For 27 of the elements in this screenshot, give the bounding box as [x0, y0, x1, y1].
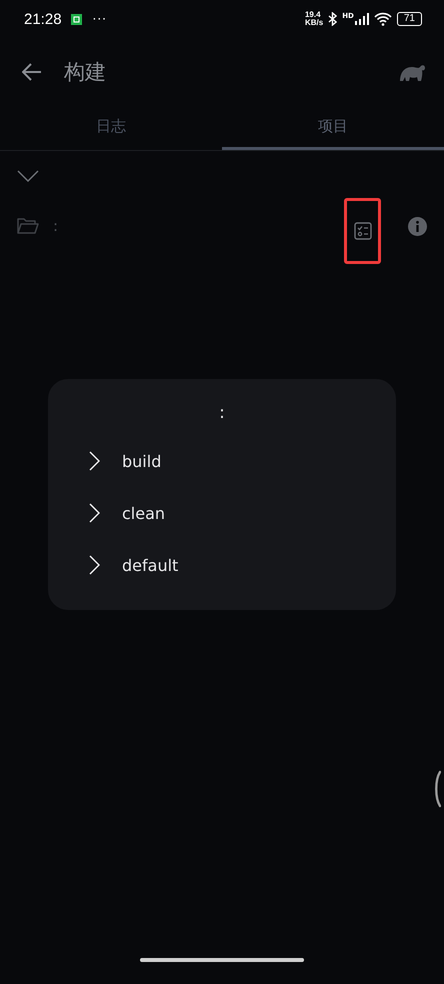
- network-speed: 19.4 KB/s: [304, 11, 324, 27]
- dialog-title: :: [218, 403, 226, 425]
- chevron-right-icon: [89, 503, 100, 523]
- signal-icon: [354, 13, 369, 25]
- task-label: build: [122, 452, 162, 470]
- task-label: default: [122, 556, 178, 574]
- status-time: 21:28: [24, 10, 62, 28]
- project-name: :: [53, 217, 58, 235]
- more-notifications: ···: [92, 12, 107, 26]
- checklist-icon: [354, 222, 372, 240]
- folder-icon: [17, 218, 39, 234]
- wifi-icon: [374, 12, 392, 26]
- task-item[interactable]: build: [89, 435, 396, 487]
- chevron-right-icon: [89, 451, 100, 471]
- task-item[interactable]: clean: [89, 487, 396, 539]
- bluetooth-icon: [328, 12, 338, 26]
- back-arrow-icon[interactable]: [22, 63, 42, 81]
- task-list-button[interactable]: [344, 198, 381, 264]
- chevron-down-icon[interactable]: [17, 170, 39, 182]
- app-notification-icon: [70, 14, 82, 24]
- back-gesture-icon: [433, 770, 441, 808]
- info-icon[interactable]: [408, 216, 427, 236]
- task-label: clean: [122, 504, 166, 522]
- chevron-right-icon: [89, 555, 100, 575]
- task-item[interactable]: default: [89, 539, 396, 591]
- screen-title: 构建: [64, 59, 106, 86]
- battery-level: 71: [396, 12, 422, 26]
